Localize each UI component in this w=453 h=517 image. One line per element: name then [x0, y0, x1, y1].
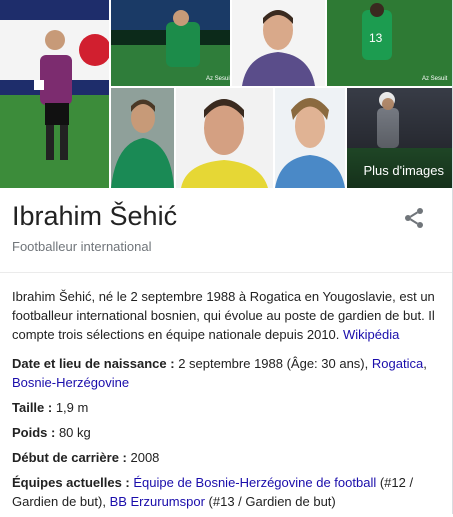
gallery-image-3[interactable]: [232, 0, 325, 86]
fact-height-value: 1,9 m: [52, 400, 89, 415]
share-button[interactable]: [402, 206, 426, 230]
fact-weight: Poids : 80 kg: [12, 423, 438, 442]
goalkeeper-full-body-photo-icon: [0, 0, 109, 188]
gallery-image-5[interactable]: [111, 88, 174, 188]
fact-debut-label: Début de carrière :: [12, 450, 127, 465]
gallery-image-4[interactable]: 13 Az Sesuit: [327, 0, 452, 86]
image-gallery: Az Sesuit 13 Az Sesuit Plus d'images: [0, 0, 452, 188]
fact-debut-value: 2008: [126, 450, 160, 465]
knowledge-panel: Az Sesuit 13 Az Sesuit Plus d'images Ibr…: [0, 0, 453, 514]
entity-title: Ibrahim Šehić: [12, 201, 178, 231]
goalkeeper-back-13-photo-icon: 13 Az Sesuit: [327, 0, 452, 86]
fact-weight-label: Poids :: [12, 425, 56, 440]
gallery-image-1[interactable]: [0, 0, 109, 188]
gallery-image-6[interactable]: [176, 88, 273, 188]
svg-text:Az Sesuit: Az Sesuit: [206, 76, 230, 82]
fact-teams-label: Équipes actuelles :: [12, 475, 130, 490]
fact-birth-label: Date et lieu de naissance :: [12, 356, 175, 371]
more-images-tile[interactable]: Plus d'images: [347, 88, 452, 188]
national-team-link[interactable]: Équipe de Bosnie-Herzégovine de football: [133, 475, 376, 490]
svg-text:13: 13: [369, 31, 383, 45]
club-link[interactable]: BB Erzurumspor: [110, 494, 205, 509]
fact-height-label: Taille :: [12, 400, 53, 415]
portrait-photo-purple-kit-icon: [232, 0, 325, 86]
fact-height: Taille : 1,9 m: [12, 398, 438, 417]
wikipedia-link[interactable]: Wikipédia: [343, 327, 399, 342]
svg-text:Az Sesuit: Az Sesuit: [422, 76, 448, 82]
divider: [0, 272, 452, 273]
share-icon: [405, 208, 423, 228]
match-celebration-photo-icon: Az Sesuit: [111, 0, 230, 86]
description: Ibrahim Šehić, né le 2 septembre 1988 à …: [12, 287, 438, 344]
more-images-label: Plus d'images: [363, 163, 444, 178]
fact-birth: Date et lieu de naissance : 2 septembre …: [12, 354, 438, 392]
gallery-image-7[interactable]: [275, 88, 345, 188]
headshot-yellow-kit-photo-icon: [176, 88, 273, 188]
fact-debut: Début de carrière : 2008: [12, 448, 438, 467]
birthplace-link[interactable]: Rogatica: [372, 356, 423, 371]
gallery-image-2[interactable]: Az Sesuit: [111, 0, 230, 86]
fact-teams: Équipes actuelles : Équipe de Bosnie-Her…: [12, 473, 438, 511]
fact-weight-value: 80 kg: [55, 425, 91, 440]
fact-birth-value: 2 septembre 1988 (Âge: 30 ans),: [174, 356, 372, 371]
entity-subtitle: Footballeur international: [12, 239, 152, 254]
panel-body: Ibrahim Šehić, né le 2 septembre 1988 à …: [12, 287, 438, 517]
fact-birth-sep: ,: [423, 356, 427, 371]
headshot-blue-kit-photo-icon: [275, 88, 345, 188]
panel-header: Ibrahim Šehić Footballeur international: [12, 198, 436, 254]
fact-teams-text2: (#13 / Gardien de but): [204, 494, 336, 509]
country-link[interactable]: Bosnie-Herzégovine: [12, 375, 129, 390]
goalkeeper-green-kit-photo-icon: [111, 88, 174, 188]
